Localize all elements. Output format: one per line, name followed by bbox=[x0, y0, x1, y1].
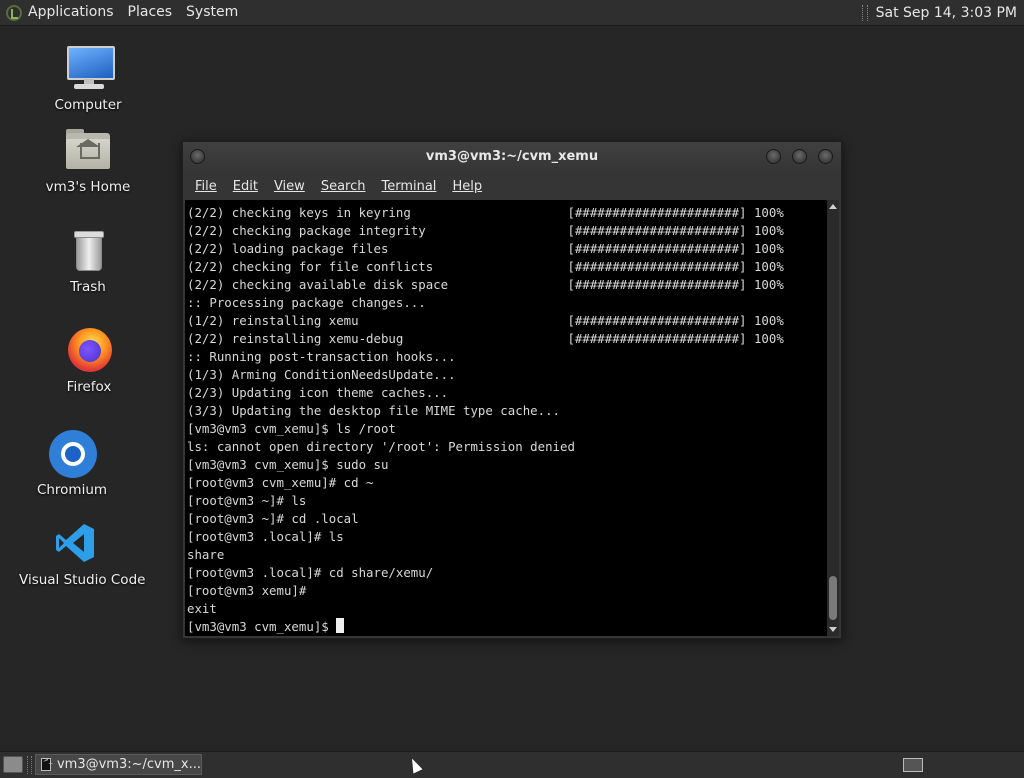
terminal-line: [root@vm3 .local]# ls bbox=[187, 529, 344, 544]
terminal-scrollbar[interactable] bbox=[827, 200, 839, 636]
taskbar-item-terminal[interactable]: vm3@vm3:~/cvm_x... bbox=[35, 754, 202, 775]
applications-menu-label: Applications bbox=[28, 4, 114, 20]
terminal-line: (2/2) reinstalling xemu-debug [#########… bbox=[187, 331, 784, 346]
minimize-button[interactable] bbox=[766, 149, 781, 164]
terminal-output[interactable]: (2/2) checking keys in keyring [########… bbox=[185, 200, 827, 636]
workspace-switcher-area[interactable] bbox=[936, 756, 1020, 774]
terminal-line: (1/2) reinstalling xemu [###############… bbox=[187, 313, 784, 328]
chromium-icon bbox=[46, 430, 98, 478]
desktop-icon-computer[interactable]: Computer bbox=[33, 45, 143, 113]
desktop-icon-chromium[interactable]: Chromium bbox=[17, 430, 127, 498]
menu-view[interactable]: View bbox=[266, 179, 313, 194]
scrollbar-thumb[interactable] bbox=[829, 576, 837, 620]
trash-icon bbox=[62, 227, 114, 275]
terminal-line: [root@vm3 ~]# ls bbox=[187, 493, 307, 508]
home-folder-icon bbox=[62, 127, 114, 175]
desktop-icon-label: Trash bbox=[70, 279, 106, 295]
menu-file[interactable]: File bbox=[187, 179, 225, 194]
terminal-line: [vm3@vm3 cvm_xemu]$ sudo su bbox=[187, 457, 389, 472]
terminal-line: (2/2) checking keys in keyring [########… bbox=[187, 205, 784, 220]
menu-terminal[interactable]: Terminal bbox=[373, 179, 444, 194]
desktop-icon-label: Chromium bbox=[36, 482, 108, 498]
top-panel: Applications Places System Sat Sep 14, 3… bbox=[0, 0, 1024, 26]
terminal-prompt: [vm3@vm3 cvm_xemu]$ bbox=[187, 619, 337, 634]
terminal-line: exit bbox=[187, 601, 217, 616]
text-cursor bbox=[336, 618, 345, 633]
bottom-panel: vm3@vm3:~/cvm_x... bbox=[0, 751, 1024, 778]
close-button[interactable] bbox=[818, 149, 833, 164]
mate-logo-icon bbox=[6, 4, 22, 21]
scroll-up-icon[interactable] bbox=[829, 204, 837, 209]
terminal-icon bbox=[41, 756, 52, 771]
terminal-line: (2/3) Updating icon theme caches... bbox=[187, 385, 449, 400]
applications-menu[interactable]: Applications bbox=[0, 0, 121, 25]
terminal-line: ls: cannot open directory '/root': Permi… bbox=[187, 439, 575, 454]
desktop-icon-label: vm3's Home bbox=[45, 179, 131, 195]
terminal-line: [root@vm3 cvm_xemu]# cd ~ bbox=[187, 475, 374, 490]
desktop-icon-vscode[interactable]: Visual Studio Code bbox=[19, 520, 146, 588]
terminal-menubar: File Edit View Search Terminal Help bbox=[183, 172, 841, 200]
taskbar-item-label: vm3@vm3:~/cvm_x... bbox=[56, 757, 201, 772]
terminal-line: (2/2) checking available disk space [###… bbox=[187, 277, 784, 292]
terminal-line: (2/2) checking package integrity [######… bbox=[187, 223, 784, 238]
desktop-icon-label: Firefox bbox=[66, 379, 112, 395]
terminal-line: share bbox=[187, 547, 225, 562]
show-desktop-icon[interactable] bbox=[3, 756, 23, 773]
window-titlebar[interactable]: vm3@vm3:~/cvm_xemu bbox=[183, 142, 841, 172]
firefox-icon bbox=[63, 327, 115, 375]
terminal-line: [root@vm3 ~]# cd .local bbox=[187, 511, 359, 526]
terminal-line: (2/2) checking for file conflicts [#####… bbox=[187, 259, 784, 274]
window-menu-icon[interactable] bbox=[190, 149, 205, 164]
menu-search[interactable]: Search bbox=[313, 179, 374, 194]
terminal-line: (3/3) Updating the desktop file MIME typ… bbox=[187, 403, 560, 418]
panel-separator bbox=[861, 4, 868, 21]
terminal-line: :: Running post-transaction hooks... bbox=[187, 349, 456, 364]
panel-separator bbox=[27, 756, 32, 774]
desktop-icon-label: Computer bbox=[54, 97, 122, 113]
terminal-line: :: Processing package changes... bbox=[187, 295, 426, 310]
menu-edit[interactable]: Edit bbox=[225, 179, 266, 194]
desktop-icon-label: Visual Studio Code bbox=[19, 572, 146, 588]
desktop-icon-home[interactable]: vm3's Home bbox=[33, 127, 143, 195]
clock[interactable]: Sat Sep 14, 3:03 PM bbox=[876, 5, 1017, 21]
window-title: vm3@vm3:~/cvm_xemu bbox=[425, 149, 599, 164]
scroll-down-icon[interactable] bbox=[829, 627, 837, 632]
system-menu[interactable]: System bbox=[179, 0, 245, 25]
maximize-button[interactable] bbox=[792, 149, 807, 164]
vscode-icon bbox=[48, 520, 100, 568]
menu-help[interactable]: Help bbox=[444, 179, 490, 194]
workspace-switcher-1[interactable] bbox=[903, 758, 923, 772]
clock-area[interactable]: Sat Sep 14, 3:03 PM bbox=[861, 4, 1024, 21]
terminal-line: [root@vm3 .local]# cd share/xemu/ bbox=[187, 565, 434, 580]
terminal-line: [vm3@vm3 cvm_xemu]$ ls /root bbox=[187, 421, 396, 436]
terminal-line: (1/3) Arming ConditionNeedsUpdate... bbox=[187, 367, 456, 382]
desktop-icon-firefox[interactable]: Firefox bbox=[34, 327, 144, 395]
terminal-text: (2/2) checking keys in keyring [########… bbox=[185, 200, 827, 636]
terminal-line: (2/2) loading package files [###########… bbox=[187, 241, 784, 256]
computer-icon bbox=[62, 45, 115, 93]
terminal-window[interactable]: vm3@vm3:~/cvm_xemu File Edit View Search… bbox=[182, 141, 842, 639]
desktop-icon-trash[interactable]: Trash bbox=[33, 227, 143, 295]
terminal-line: [root@vm3 xemu]# bbox=[187, 583, 307, 598]
places-menu[interactable]: Places bbox=[121, 0, 180, 25]
